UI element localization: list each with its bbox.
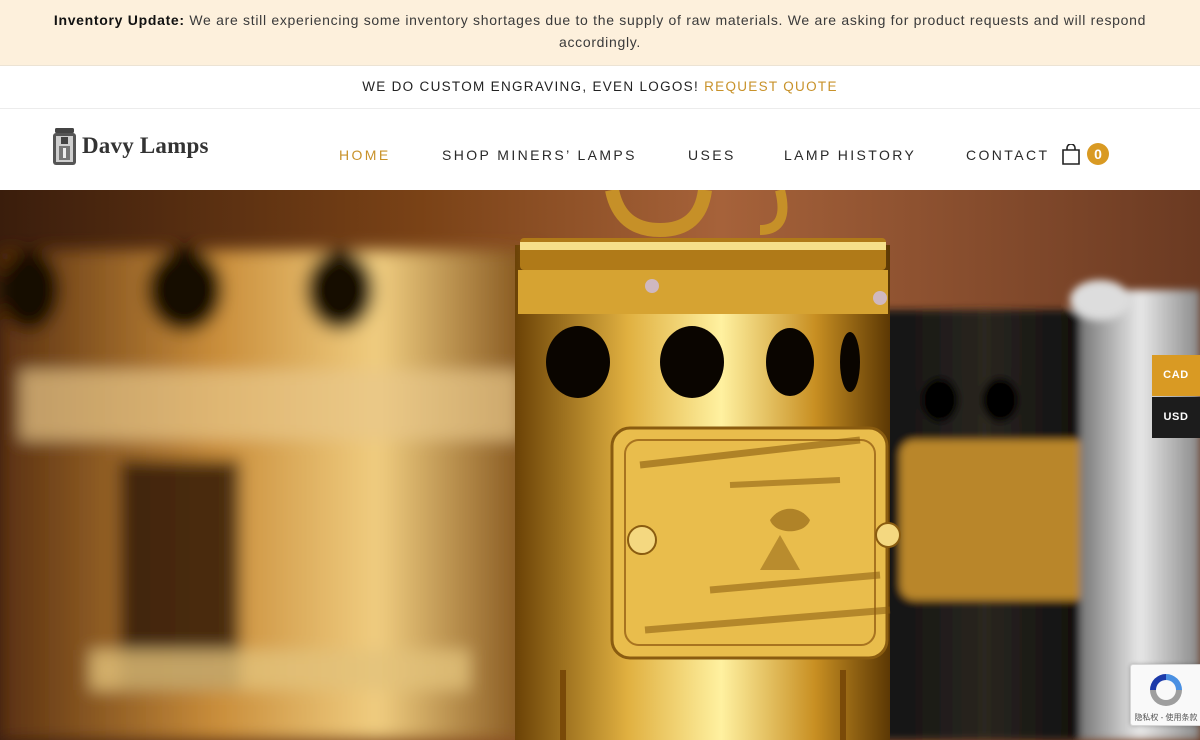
shopping-bag-icon [1062,144,1080,165]
nav-item-home[interactable]: HOME [339,146,391,164]
recaptcha-terms[interactable]: 隐私权 - 使用条款 [1133,712,1199,723]
request-quote-link[interactable]: REQUEST QUOTE [704,79,838,94]
nav-item-uses[interactable]: USES [688,146,736,164]
currency-option-cad[interactable]: CAD [1152,355,1200,396]
cart-button[interactable]: 0 [1061,143,1111,167]
nav-item-shop-miners-lamps[interactable]: SHOP MINERS’ LAMPS [442,146,637,164]
notice-text: We are still experiencing some inventory… [189,12,1147,50]
promo-text: WE DO CUSTOM ENGRAVING, EVEN LOGOS! [362,79,700,94]
notice-label: Inventory Update: [53,12,185,28]
recaptcha-badge[interactable]: 隐私权 - 使用条款 [1130,664,1200,726]
nav-item-lamp-history[interactable]: LAMP HISTORY [784,146,916,164]
currency-option-usd[interactable]: USD [1152,397,1200,438]
hero-miners-lamps-photo [0,190,1200,740]
site-header: Davy Lamps HOME SHOP MINERS’ LAMPS USES … [0,109,1200,190]
recaptcha-icon [1150,674,1182,706]
hero-image [0,190,1200,740]
inventory-notice-bar: Inventory Update: We are still experienc… [0,0,1200,66]
logo-text: Davy Lamps [82,133,209,158]
promo-bar: WE DO CUSTOM ENGRAVING, EVEN LOGOS! REQU… [0,66,1200,109]
nav-item-contact[interactable]: CONTACT [966,146,1049,164]
cart-count-badge: 0 [1087,143,1109,165]
lamp-logo-icon [53,127,76,165]
site-logo[interactable]: Davy Lamps [52,127,209,165]
